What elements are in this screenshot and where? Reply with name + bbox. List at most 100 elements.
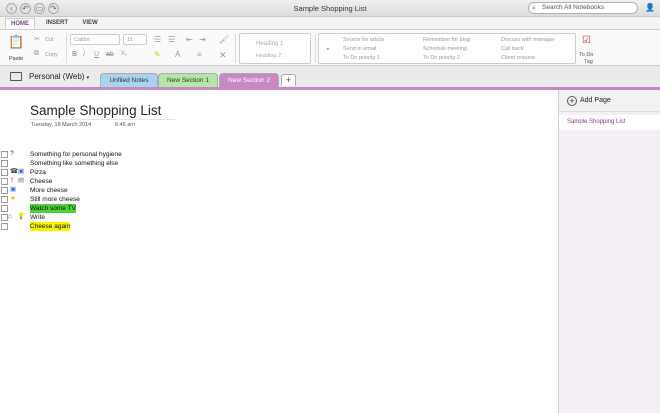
tag-source-for-article[interactable]: Source for article	[343, 37, 385, 43]
note-text[interactable]: Write	[30, 213, 45, 222]
note-item[interactable]: ? Something for personal hygiene	[0, 150, 200, 159]
italic-icon[interactable]: I	[83, 51, 85, 58]
font-family-value: Calibri	[74, 37, 90, 43]
todo-checkbox[interactable]	[1, 169, 8, 176]
add-page-button[interactable]: + Add Page	[559, 90, 660, 112]
lightbulb-tag-icon: 💡	[17, 213, 26, 220]
numbering-icon[interactable]: ☰	[168, 35, 175, 44]
scissors-icon[interactable]: ✂	[34, 35, 40, 43]
ribbon-divider	[235, 34, 236, 63]
notebook-name[interactable]: Personal (Web) ▾	[29, 72, 89, 81]
note-item[interactable]: Cheese again	[0, 222, 200, 231]
paste-button[interactable]: Paste	[9, 56, 23, 62]
note-text[interactable]: Watch some TV	[30, 204, 76, 213]
house-tag-icon: ⌂	[8, 213, 12, 220]
page-list-panel: + Add Page Sample Shopping List	[558, 90, 660, 413]
note-text[interactable]: Cheese	[30, 177, 52, 186]
note-item[interactable]: ! ▤ Cheese	[0, 177, 200, 186]
bullets-icon[interactable]: ☰	[154, 35, 161, 44]
font-family-select[interactable]: Calibri	[70, 34, 120, 45]
note-item[interactable]: ⌂ 💡 Write	[0, 213, 200, 222]
page-date: Tuesday, 18 March 2014	[31, 122, 92, 128]
tag-call-back[interactable]: Call back	[501, 46, 524, 52]
todo-checkbox[interactable]	[1, 214, 8, 221]
tag-remember-for-blog[interactable]: Remember for blog	[423, 37, 470, 43]
tag-discuss-with-manager[interactable]: Discuss with manager	[501, 37, 555, 43]
todo-tag-label-1[interactable]: To Do	[579, 52, 593, 58]
page-title[interactable]: Sample Shopping List	[30, 103, 161, 118]
tab-home[interactable]: HOME	[5, 18, 35, 29]
phone-tag-icon: ☎	[10, 168, 19, 175]
tab-view[interactable]: VIEW	[77, 18, 103, 29]
todo-checkbox[interactable]	[1, 205, 8, 212]
share-user-icon[interactable]: 👤	[645, 3, 655, 12]
important-tag-icon: !	[11, 177, 14, 184]
todo-checkbox[interactable]	[1, 187, 8, 194]
copy-button[interactable]: Copy	[45, 52, 58, 58]
notebook-name-label: Personal (Web)	[29, 72, 85, 81]
highlight-icon[interactable]: ✎	[154, 50, 161, 59]
clear-formatting-icon[interactable]: ✕	[219, 50, 227, 61]
todo-checkbox[interactable]	[1, 178, 8, 185]
tag-to-do-priority-1[interactable]: To Do priority 1	[343, 55, 380, 61]
note-text[interactable]: Still more cheese	[30, 195, 80, 204]
underline-icon[interactable]: U	[94, 51, 99, 58]
subscript-icon[interactable]: X₂	[121, 51, 127, 57]
tab-insert[interactable]: INSERT	[41, 18, 73, 29]
page-list-item[interactable]: Sample Shopping List	[559, 115, 660, 130]
add-section-button[interactable]: +	[281, 74, 296, 86]
page-time: 6:46 am	[115, 122, 135, 128]
ribbon: 📋 Paste ✂ Cut ⧉ Copy Calibri 11 B I U ab…	[0, 29, 660, 66]
note-item[interactable]: ★ Still more cheese	[0, 195, 200, 204]
font-size-select[interactable]: 11	[123, 34, 147, 45]
tags-scroll-icon[interactable]: ▸	[327, 46, 330, 52]
title-bar: ‹ ↶ ▭ ↷ Sample Shopping List ⌕ Search Al…	[0, 0, 660, 17]
outdent-icon[interactable]: ⇥	[199, 35, 206, 44]
note-item[interactable]: ▣ More cheese	[0, 186, 200, 195]
indent-icon[interactable]: ⇤	[186, 35, 193, 44]
copy-icon[interactable]: ⧉	[34, 50, 39, 58]
todo-checkbox[interactable]	[1, 151, 8, 158]
tag-schedule-meeting[interactable]: Schedule meeting	[423, 46, 467, 52]
strikethrough-icon[interactable]: ab	[106, 51, 114, 58]
style-heading-2[interactable]: Heading 2	[256, 53, 281, 59]
section-tab-new-section-1[interactable]: New Section 1	[158, 73, 218, 87]
font-color-icon[interactable]: A	[175, 50, 180, 59]
notebook-icon[interactable]	[10, 72, 22, 81]
note-item[interactable]: Something like something else	[0, 159, 200, 168]
font-size-value: 11	[127, 37, 133, 43]
section-tab-new-section-2[interactable]: New Section 2	[219, 73, 279, 88]
plus-circle-icon: +	[567, 96, 577, 106]
todo-tag-label-2[interactable]: Tag	[584, 59, 593, 65]
note-text[interactable]: Pizza	[30, 168, 46, 177]
align-icon[interactable]: ≡	[197, 50, 202, 59]
note-text[interactable]: More cheese	[30, 186, 68, 195]
tag-to-do-priority-2[interactable]: To Do priority 2	[423, 55, 460, 61]
note-text[interactable]: Something like something else	[30, 159, 118, 168]
todo-checkbox-icon[interactable]: ☑	[582, 35, 591, 46]
search-placeholder: Search All Notebooks	[542, 4, 605, 11]
section-tab-unfiled-notes[interactable]: Unfiled Notes	[100, 73, 158, 87]
todo-checkbox[interactable]	[1, 196, 8, 203]
style-heading-1[interactable]: Heading 1	[256, 41, 283, 47]
page-canvas[interactable]: Sample Shopping List Tuesday, 18 March 2…	[0, 90, 558, 413]
todo-checkbox[interactable]	[1, 223, 8, 230]
chevron-down-icon: ▾	[86, 75, 90, 81]
tag-send-in-email[interactable]: Send in email	[343, 46, 376, 52]
todo-checkbox[interactable]	[1, 160, 8, 167]
ribbon-divider	[66, 34, 67, 63]
note-item[interactable]: ☎ ▣ Pizza	[0, 168, 200, 177]
cut-button[interactable]: Cut	[45, 37, 54, 43]
person-tag-icon: ▣	[10, 186, 17, 193]
styles-gallery[interactable]: Heading 1 Heading 2	[239, 33, 311, 64]
search-input[interactable]: ⌕ Search All Notebooks	[528, 2, 638, 14]
note-text[interactable]: Cheese again	[30, 222, 71, 231]
notebook-bar: Personal (Web) ▾ Unfiled Notes New Secti…	[0, 66, 660, 88]
bold-icon[interactable]: B	[72, 51, 77, 58]
title-underline	[30, 119, 175, 120]
note-text[interactable]: Something for personal hygiene	[30, 150, 122, 159]
note-item[interactable]: Watch some TV	[0, 204, 200, 213]
tag-client-request[interactable]: Client request	[501, 55, 535, 61]
format-painter-icon[interactable]: 🖌	[219, 35, 229, 44]
clipboard-icon[interactable]: 📋	[8, 34, 24, 50]
